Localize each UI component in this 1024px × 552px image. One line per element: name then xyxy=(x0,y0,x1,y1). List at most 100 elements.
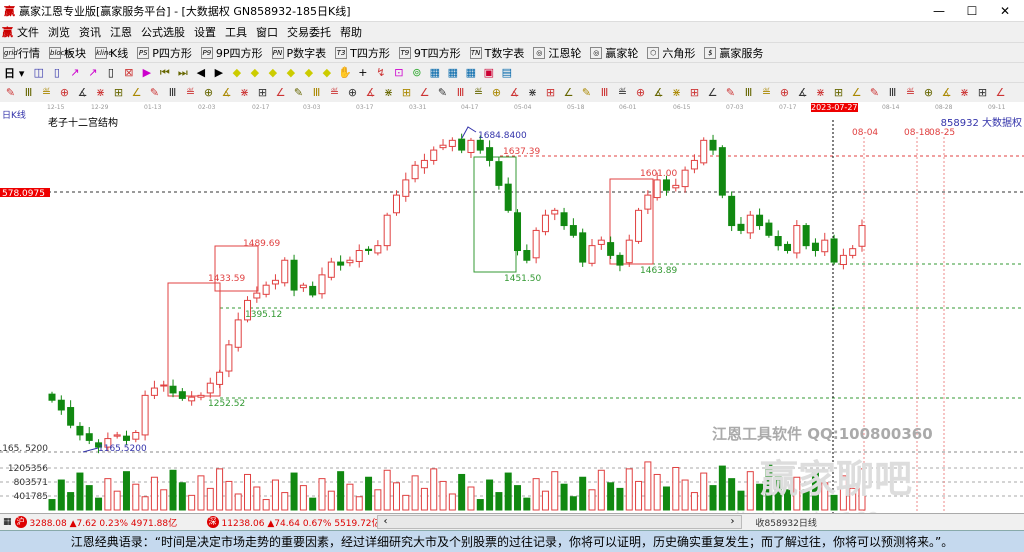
draw-tool-icon-3[interactable]: ⊕ xyxy=(58,86,71,99)
draw-tool-icon-34[interactable]: ≝ xyxy=(616,86,629,99)
draw-tool-icon-31[interactable]: ∠ xyxy=(562,86,575,99)
draw-tool-icon-40[interactable]: ✎ xyxy=(724,86,737,99)
draw-tool-icon-29[interactable]: ⋇ xyxy=(526,86,539,99)
menu-formula[interactable]: 公式选股 xyxy=(141,24,185,40)
horizontal-scrollbar[interactable]: ‹ › xyxy=(376,515,742,529)
tool-icon-25[interactable]: ▣ xyxy=(482,66,495,79)
tool-icon-20[interactable]: ⊡ xyxy=(392,66,405,79)
draw-tool-icon-33[interactable]: Ⅲ xyxy=(598,86,611,99)
tool-icon-3[interactable]: ↗ xyxy=(86,66,99,79)
period-selector[interactable]: 日 ▾ xyxy=(4,65,24,81)
draw-tool-icon-11[interactable]: ⊕ xyxy=(202,86,215,99)
grid-icon[interactable]: ▦ xyxy=(3,517,12,527)
draw-tool-icon-24[interactable]: ✎ xyxy=(436,86,449,99)
maximize-button[interactable]: ☐ xyxy=(955,0,989,22)
draw-tool-icon-2[interactable]: ≝ xyxy=(40,86,53,99)
draw-tool-icon-26[interactable]: ≝ xyxy=(472,86,485,99)
menu-file[interactable]: 文件 xyxy=(17,24,39,40)
draw-tool-icon-16[interactable]: ✎ xyxy=(292,86,305,99)
draw-tool-icon-14[interactable]: ⊞ xyxy=(256,86,269,99)
toolbar-button-4[interactable]: P9 9P四方形 xyxy=(200,45,263,61)
menu-gann[interactable]: 江恩 xyxy=(110,24,132,40)
tool-icon-24[interactable]: ▦ xyxy=(464,66,477,79)
draw-tool-icon-25[interactable]: Ⅲ xyxy=(454,86,467,99)
draw-tool-icon-32[interactable]: ✎ xyxy=(580,86,593,99)
tool-icon-12[interactable]: ◆ xyxy=(248,66,261,79)
draw-tool-icon-30[interactable]: ⊞ xyxy=(544,86,557,99)
draw-tool-icon-5[interactable]: ⋇ xyxy=(94,86,107,99)
draw-tool-icon-0[interactable]: ✎ xyxy=(4,86,17,99)
draw-tool-icon-17[interactable]: Ⅲ xyxy=(310,86,323,99)
tool-icon-6[interactable]: ▶ xyxy=(140,66,153,79)
draw-tool-icon-44[interactable]: ∡ xyxy=(796,86,809,99)
toolbar-button-3[interactable]: PS P四方形 xyxy=(137,45,192,61)
draw-tool-icon-38[interactable]: ⊞ xyxy=(688,86,701,99)
draw-tool-icon-35[interactable]: ⊕ xyxy=(634,86,647,99)
tool-icon-14[interactable]: ◆ xyxy=(284,66,297,79)
draw-tool-icon-46[interactable]: ⊞ xyxy=(832,86,845,99)
draw-tool-icon-43[interactable]: ⊕ xyxy=(778,86,791,99)
draw-tool-icon-51[interactable]: ⊕ xyxy=(922,86,935,99)
toolbar-button-5[interactable]: PN P数字表 xyxy=(271,45,326,61)
close-button[interactable]: ✕ xyxy=(988,0,1022,22)
draw-tool-icon-23[interactable]: ∠ xyxy=(418,86,431,99)
menu-window[interactable]: 窗口 xyxy=(256,24,278,40)
tool-icon-26[interactable]: ▤ xyxy=(500,66,513,79)
draw-tool-icon-45[interactable]: ⋇ xyxy=(814,86,827,99)
tool-icon-1[interactable]: ▯ xyxy=(50,66,63,79)
tool-icon-17[interactable]: ✋ xyxy=(338,66,352,79)
draw-tool-icon-4[interactable]: ∡ xyxy=(76,86,89,99)
tool-icon-15[interactable]: ◆ xyxy=(302,66,315,79)
toolbar-button-12[interactable]: $ 赢家服务 xyxy=(704,45,763,61)
tool-icon-4[interactable]: ▯ xyxy=(104,66,117,79)
draw-tool-icon-28[interactable]: ∡ xyxy=(508,86,521,99)
toolbar-button-10[interactable]: ◎ 赢家轮 xyxy=(590,45,638,61)
tool-icon-11[interactable]: ◆ xyxy=(230,66,243,79)
draw-tool-icon-21[interactable]: ⋇ xyxy=(382,86,395,99)
tool-icon-19[interactable]: ↯ xyxy=(374,66,387,79)
toolbar-button-0[interactable]: grid 行情 xyxy=(3,45,40,61)
tool-icon-21[interactable]: ⊚ xyxy=(410,66,423,79)
draw-tool-icon-1[interactable]: Ⅲ xyxy=(22,86,35,99)
toolbar-button-7[interactable]: T9 9T四方形 xyxy=(398,45,461,61)
draw-tool-icon-22[interactable]: ⊞ xyxy=(400,86,413,99)
tool-icon-18[interactable]: + xyxy=(356,66,369,79)
tool-icon-9[interactable]: ◀ xyxy=(194,66,207,79)
menu-tools[interactable]: 工具 xyxy=(225,24,247,40)
draw-tool-icon-47[interactable]: ∠ xyxy=(850,86,863,99)
menu-news[interactable]: 资讯 xyxy=(79,24,101,40)
draw-tool-icon-50[interactable]: ≝ xyxy=(904,86,917,99)
draw-tool-icon-54[interactable]: ⊞ xyxy=(976,86,989,99)
draw-tool-icon-27[interactable]: ⊕ xyxy=(490,86,503,99)
draw-tool-icon-20[interactable]: ∡ xyxy=(364,86,377,99)
tool-icon-10[interactable]: ▶ xyxy=(212,66,225,79)
scroll-left-icon[interactable]: ‹ xyxy=(384,516,388,528)
toolbar-button-2[interactable]: kline K线 xyxy=(95,45,128,61)
tool-icon-0[interactable]: ◫ xyxy=(32,66,45,79)
draw-tool-icon-36[interactable]: ∡ xyxy=(652,86,665,99)
draw-tool-icon-15[interactable]: ∠ xyxy=(274,86,287,99)
draw-tool-icon-7[interactable]: ∠ xyxy=(130,86,143,99)
tool-icon-2[interactable]: ↗ xyxy=(68,66,81,79)
toolbar-button-1[interactable]: blocks 板块 xyxy=(49,45,86,61)
draw-tool-icon-19[interactable]: ⊕ xyxy=(346,86,359,99)
shanghai-index[interactable]: 3288.08 ▲7.62 0.23% 4971.88亿 xyxy=(30,516,187,529)
tool-icon-16[interactable]: ◆ xyxy=(320,66,333,79)
shenzhen-index[interactable]: 11238.06 ▲74.64 0.67% 5519.72亿 xyxy=(222,516,381,529)
draw-tool-icon-53[interactable]: ⋇ xyxy=(958,86,971,99)
draw-tool-icon-39[interactable]: ∠ xyxy=(706,86,719,99)
draw-tool-icon-37[interactable]: ⋇ xyxy=(670,86,683,99)
draw-tool-icon-49[interactable]: Ⅲ xyxy=(886,86,899,99)
draw-tool-icon-9[interactable]: Ⅲ xyxy=(166,86,179,99)
tool-icon-5[interactable]: ⊠ xyxy=(122,66,135,79)
tool-icon-8[interactable]: ⏭ xyxy=(176,66,189,79)
draw-tool-icon-52[interactable]: ∡ xyxy=(940,86,953,99)
scroll-right-icon[interactable]: › xyxy=(731,516,735,528)
tool-icon-13[interactable]: ◆ xyxy=(266,66,279,79)
toolbar-button-11[interactable]: ⬡ 六角形 xyxy=(647,45,695,61)
menu-settings[interactable]: 设置 xyxy=(194,24,216,40)
draw-tool-icon-8[interactable]: ✎ xyxy=(148,86,161,99)
draw-tool-icon-6[interactable]: ⊞ xyxy=(112,86,125,99)
minimize-button[interactable]: — xyxy=(922,0,956,22)
tool-icon-22[interactable]: ▦ xyxy=(428,66,441,79)
